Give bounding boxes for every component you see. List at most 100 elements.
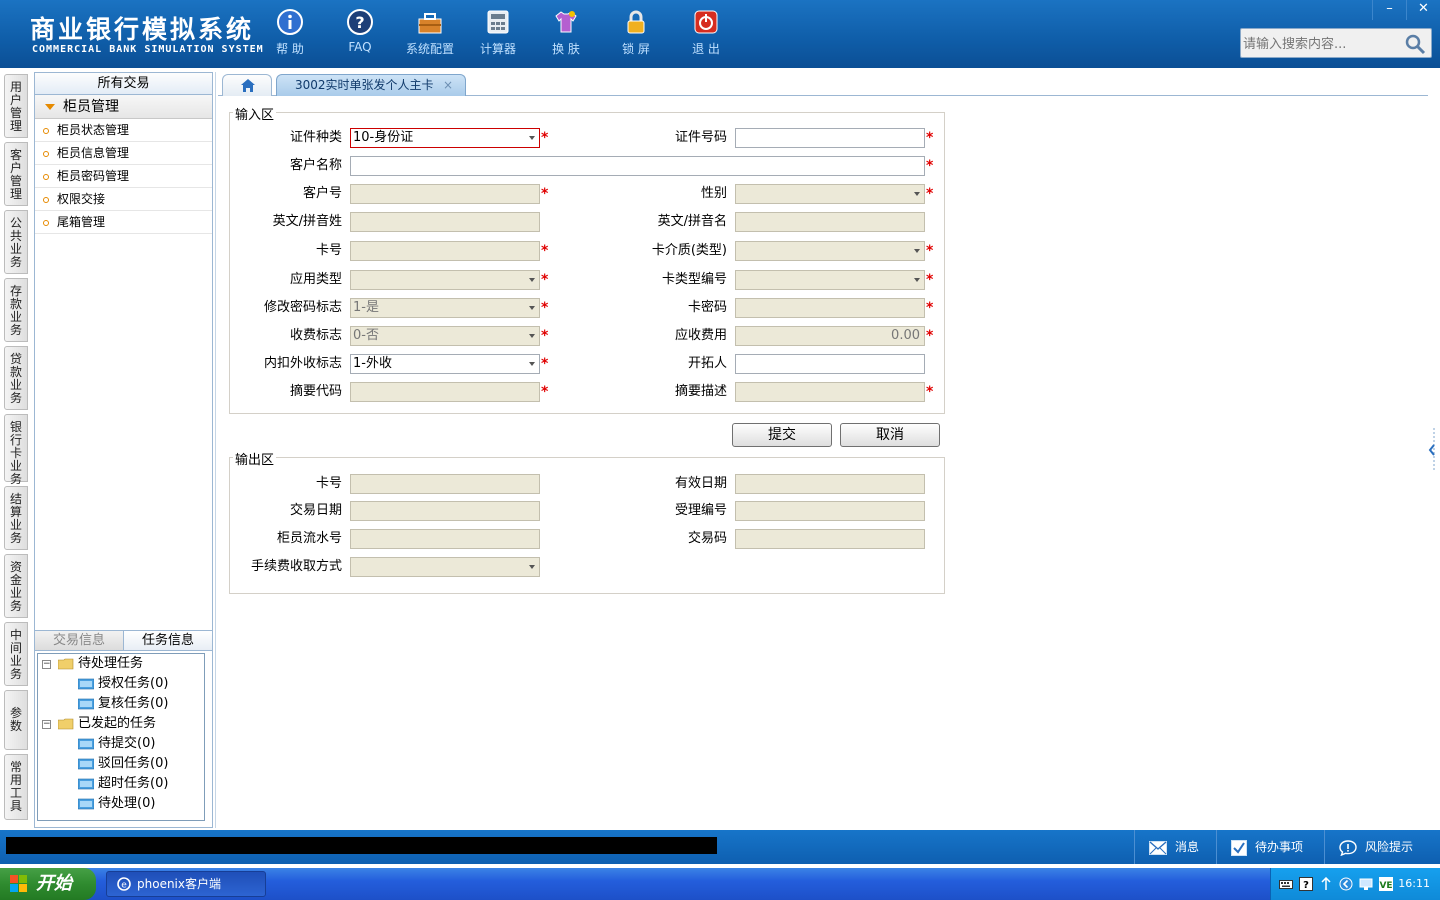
vtab-common-tools[interactable]: 常用工具 (4, 754, 28, 820)
app-type-label: 应用类型 (289, 272, 342, 287)
tree-node-pending[interactable]: 待处理任务 (58, 654, 143, 674)
keyboard-icon[interactable] (1279, 877, 1293, 891)
vtab-user-management[interactable]: 用户管理 (4, 74, 28, 138)
todo-label: 待办事项 (1255, 840, 1304, 854)
menu-item-permission-handover[interactable]: 权限交接 (35, 188, 212, 211)
search-input[interactable] (1243, 33, 1403, 55)
id-number-input[interactable] (735, 128, 925, 148)
start-label: 开始 (36, 873, 72, 894)
todo-button[interactable]: 待办事项 (1216, 830, 1324, 864)
module-tabs: 用户管理 客户管理 公共业务 存款业务 贷款业务 银行卡业务 结算业务 资金业务… (0, 70, 30, 830)
fee-internal-external-select[interactable]: 1-外收 (350, 354, 540, 374)
en-given-label: 英文/拼音名 (657, 214, 727, 229)
vtab-intermediary[interactable]: 中间业务 (4, 622, 28, 686)
card-medium-label: 卡介质(类型) (651, 243, 727, 258)
help-tray-icon[interactable]: ? (1299, 877, 1313, 891)
system-config-button[interactable]: 系统配置 (400, 8, 460, 60)
vtab-settlement[interactable]: 结算业务 (4, 486, 28, 550)
tree-node-timeout[interactable]: 超时任务(0) (78, 774, 168, 794)
required-mark: * (926, 158, 934, 174)
required-mark: * (926, 186, 934, 202)
tab-home[interactable] (222, 74, 272, 96)
fee-flag-label: 收费标志 (289, 328, 342, 343)
developer-label: 开拓人 (687, 356, 727, 371)
collapse-toggle[interactable]: − (42, 720, 51, 729)
tab-transaction-info[interactable]: 交易信息 (35, 631, 123, 650)
developer-input[interactable] (735, 354, 925, 374)
windows-logo-icon (10, 875, 27, 892)
tab-issue-personal-card[interactable]: 3002实时单张发个人主卡 × (276, 74, 466, 96)
out-fee-method-select (350, 557, 540, 577)
menu-item-teller-status[interactable]: 柜员状态管理 (35, 119, 212, 142)
exit-button[interactable]: 退 出 (676, 8, 736, 60)
id-type-select[interactable]: 10-身份证 (350, 128, 540, 148)
en-surname-input (350, 212, 540, 232)
chevron-left-icon[interactable] (1339, 877, 1353, 891)
tab-task-info[interactable]: 任务信息 (123, 631, 212, 650)
cancel-button[interactable]: 取消 (840, 423, 940, 447)
start-button[interactable]: 开始 (0, 868, 96, 900)
out-teller-serial-field (350, 529, 540, 549)
taskbar-item-phoenix[interactable]: e phoenix客户端 (106, 871, 266, 897)
dropdown-arrow-icon (529, 334, 535, 338)
messages-button[interactable]: 消息 (1134, 830, 1216, 864)
calculator-label: 计算器 (479, 42, 516, 56)
faq-button[interactable]: ? FAQ (330, 8, 390, 60)
out-valid-date-label: 有效日期 (674, 476, 727, 491)
vtab-treasury[interactable]: 资金业务 (4, 554, 28, 618)
tab-label: 3002实时单张发个人主卡 (295, 78, 434, 92)
exit-label: 退 出 (692, 42, 720, 56)
tree-node-rejected[interactable]: 驳回任务(0) (78, 754, 168, 774)
tree-node-authorization[interactable]: 授权任务(0) (78, 674, 168, 694)
dropdown-arrow-icon (914, 249, 920, 253)
calculator-button[interactable]: 计算器 (468, 8, 528, 60)
help-button[interactable]: 帮 助 (260, 8, 320, 60)
change-skin-button[interactable]: 换 肤 (536, 8, 596, 60)
search-icon[interactable] (1403, 32, 1427, 56)
toolbox-icon (418, 13, 442, 34)
main-tab-bar: 3002实时单张发个人主卡 × (218, 72, 1428, 96)
customer-name-input[interactable] (350, 156, 925, 176)
menu-item-label: 柜员状态管理 (57, 123, 130, 137)
vtab-bank-card[interactable]: 银行卡业务 (4, 414, 28, 486)
submit-button[interactable]: 提交 (732, 423, 832, 447)
minimize-button[interactable]: – (1372, 0, 1406, 20)
required-mark: * (541, 300, 549, 316)
monitor-icon[interactable] (1359, 877, 1373, 891)
tree-node-to-submit[interactable]: 待提交(0) (78, 734, 155, 754)
power-icon (694, 10, 718, 34)
tree-node-initiated[interactable]: 已发起的任务 (58, 714, 156, 734)
vtab-label: 贷款业务 (9, 352, 22, 405)
lock-screen-button[interactable]: 锁 屏 (606, 8, 666, 60)
tree-node-to-process[interactable]: 待处理(0) (78, 794, 155, 814)
checkbox-icon (1231, 839, 1247, 856)
risk-alert-button[interactable]: 风险提示 (1324, 830, 1440, 864)
close-window-button[interactable]: ✕ (1406, 0, 1440, 20)
tree-node-review[interactable]: 复核任务(0) (78, 694, 168, 714)
taskbar-item-label: phoenix客户端 (137, 877, 221, 891)
ve-app-icon[interactable]: VE (1379, 877, 1393, 891)
menu-item-teller-password[interactable]: 柜员密码管理 (35, 165, 212, 188)
close-tab-icon[interactable]: × (443, 75, 453, 95)
vtab-label: 客户管理 (9, 148, 22, 201)
info-icon (277, 9, 303, 35)
menu-item-cash-box[interactable]: 尾箱管理 (35, 211, 212, 234)
vtab-loan[interactable]: 贷款业务 (4, 346, 28, 410)
vtab-public-business[interactable]: 公共业务 (4, 210, 28, 274)
collapse-right-icon[interactable] (1428, 428, 1436, 472)
vtab-parameters[interactable]: 参数 (4, 690, 28, 750)
menu-item-teller-info[interactable]: 柜员信息管理 (35, 142, 212, 165)
section-teller-management[interactable]: 柜员管理 (35, 95, 212, 119)
vtab-customer-management[interactable]: 客户管理 (4, 142, 28, 206)
required-mark: * (926, 272, 934, 288)
bullet-icon (43, 173, 49, 180)
required-mark: * (541, 328, 549, 344)
faq-label: FAQ (348, 40, 372, 54)
vtab-label: 参数 (9, 706, 22, 733)
out-card-no-label: 卡号 (315, 476, 342, 491)
fee-due-input: 0.00 (735, 326, 925, 346)
collapse-toggle[interactable]: − (42, 660, 51, 669)
network-icon[interactable] (1319, 877, 1333, 891)
vtab-deposit[interactable]: 存款业务 (4, 278, 28, 342)
folder-icon (78, 738, 94, 749)
